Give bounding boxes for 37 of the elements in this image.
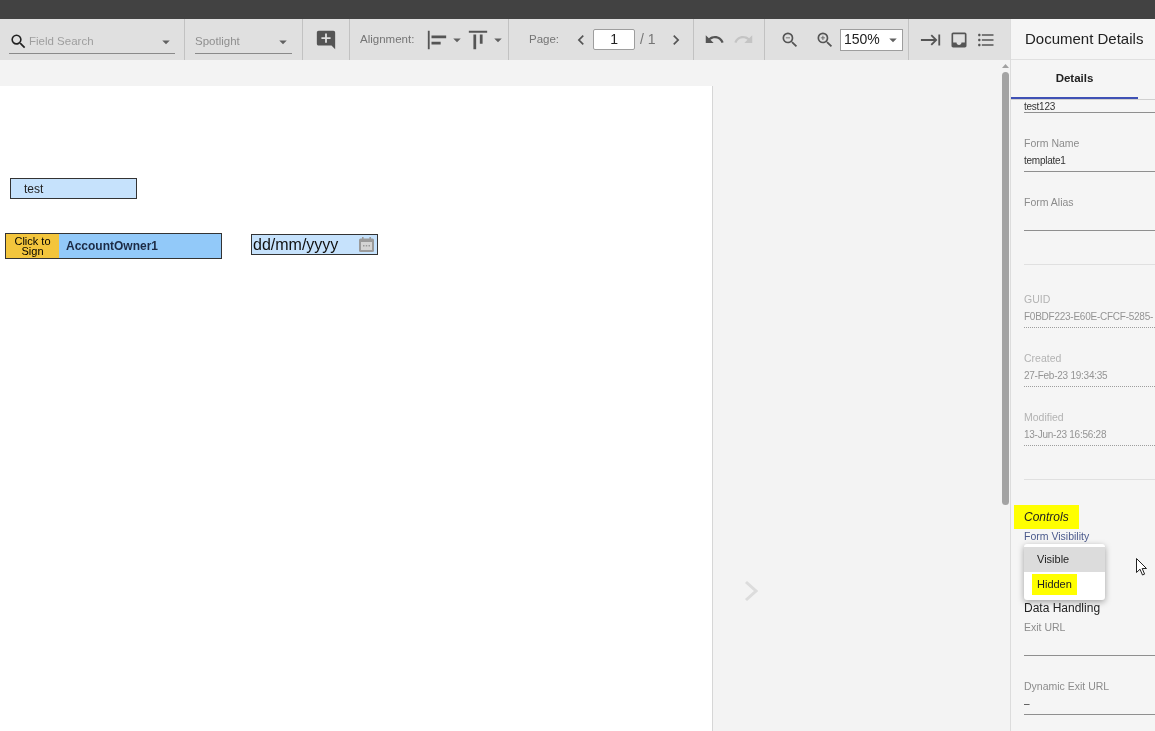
field-label: Dynamic Exit URL xyxy=(1024,679,1111,693)
align-top-icon[interactable] xyxy=(467,28,490,51)
text-field[interactable]: template1 xyxy=(1024,150,1155,172)
page-total: / 1 xyxy=(640,30,656,49)
read-only-field: F0BDF223-E60E-CFCF-5285- xyxy=(1024,306,1155,328)
alignment-label: Alignment: xyxy=(360,31,415,47)
field-label: Form Name xyxy=(1024,136,1081,150)
date-field[interactable]: dd/mm/yyyy xyxy=(251,234,378,255)
scroll-up-arrow-icon[interactable] xyxy=(1001,64,1009,68)
read-only-field: 13-Jun-23 16:56:28 xyxy=(1024,424,1155,446)
panel-title: Document Details xyxy=(1025,28,1144,49)
text-field[interactable]: – xyxy=(1024,693,1155,715)
align-left-icon[interactable] xyxy=(426,28,449,51)
scrollbar-thumb[interactable] xyxy=(1001,72,1009,505)
read-only-field: 27-Feb-23 19:34:35 xyxy=(1024,365,1155,387)
search-icon xyxy=(9,32,28,51)
section-title: Controls xyxy=(1014,505,1079,529)
mouse-cursor-icon xyxy=(1136,558,1147,576)
field-label: GUID xyxy=(1024,292,1052,306)
zoom-dropdown[interactable]: 150% xyxy=(840,28,903,51)
signer-name: AccountOwner1 xyxy=(59,234,221,258)
field-label: Modified xyxy=(1024,410,1065,424)
sign-button[interactable]: Click to Sign xyxy=(6,234,59,258)
calendar-icon[interactable] xyxy=(359,237,374,252)
page-label: Page: xyxy=(529,31,560,47)
field-label: Form Alias xyxy=(1024,195,1075,209)
menu-item[interactable]: Hidden xyxy=(1024,572,1105,597)
field-label: Exit URL xyxy=(1024,620,1067,634)
add-comment-icon[interactable] xyxy=(315,28,337,51)
field-label: Created xyxy=(1024,351,1063,365)
menu-item[interactable]: Visible xyxy=(1024,547,1105,572)
field-label: Form Visibility xyxy=(1024,530,1091,543)
text-field[interactable]: test123 xyxy=(1024,100,1155,113)
tab[interactable]: Details xyxy=(1011,60,1138,99)
section-subheading: Data Handling xyxy=(1024,601,1102,615)
page-number-input[interactable]: 1 xyxy=(593,29,636,50)
text-field[interactable]: test xyxy=(10,178,137,199)
